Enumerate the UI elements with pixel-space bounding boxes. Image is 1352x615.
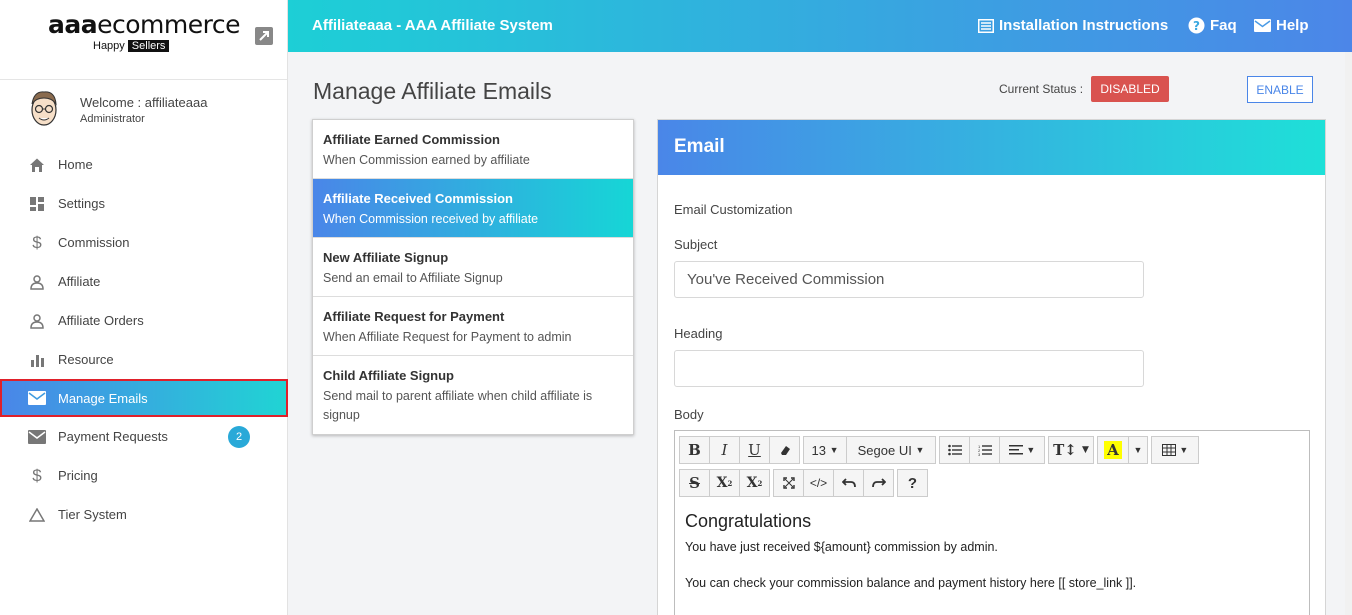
sidebar-item-label: Home — [58, 157, 93, 172]
enable-button[interactable]: ENABLE — [1247, 76, 1313, 103]
highlight-color-icon[interactable]: A — [1097, 436, 1129, 464]
italic-icon[interactable]: I — [709, 436, 740, 464]
count-badge: 2 — [228, 426, 250, 448]
sidebar-item-settings[interactable]: Settings — [0, 184, 288, 223]
sidebar-item-label: Payment Requests — [58, 429, 168, 444]
sidebar: aaaecommerce Happy Sellers Welcome : affi… — [0, 0, 288, 615]
heading-label: Heading — [674, 326, 723, 341]
editor-content[interactable]: Congratulations You have just received $… — [685, 511, 1299, 612]
mail-icon — [28, 428, 46, 446]
email-panel: Email Email Customization Subject You've… — [657, 119, 1326, 615]
email-template-item[interactable]: Affiliate Earned Commission When Commiss… — [313, 120, 633, 179]
status-badge: DISABLED — [1091, 76, 1169, 102]
brand-logo[interactable]: aaaecommerce — [48, 10, 240, 40]
code-view-icon[interactable]: </> — [803, 469, 834, 497]
sidebar-item-commission[interactable]: $ Commission — [0, 223, 288, 262]
sidebar-item-affiliate-orders[interactable]: Affiliate Orders — [0, 301, 288, 340]
welcome-text: Welcome : affiliateaaa — [80, 95, 208, 110]
sidebar-item-label: Pricing — [58, 468, 98, 483]
dollar-icon: $ — [32, 465, 42, 485]
installation-instructions-link[interactable]: Installation Instructions — [978, 17, 1168, 34]
page-scrollbar[interactable] — [1345, 52, 1352, 615]
text-height-icon[interactable]: T↕ ▼ — [1048, 436, 1094, 464]
subject-input[interactable]: You've Received Commission — [674, 261, 1144, 298]
brand-header: aaaecommerce Happy Sellers — [0, 0, 287, 80]
underline-icon[interactable]: U — [739, 436, 770, 464]
rich-text-editor: B I U 13 ▼ Segoe UI ▼ 123 ▼ T↕ ▼ A ▼ ▼ S… — [674, 430, 1310, 615]
color-dropdown-icon[interactable]: ▼ — [1128, 436, 1148, 464]
home-icon — [28, 156, 46, 174]
sidebar-item-tier-system[interactable]: Tier System — [0, 495, 288, 534]
sidebar-item-label: Settings — [58, 196, 105, 211]
dashboard-icon — [28, 195, 46, 213]
mail-icon — [28, 389, 46, 407]
top-bar: Affiliateaaa - AAA Affiliate System Inst… — [288, 0, 1352, 52]
sidebar-nav: Home Settings $ Commission Affiliate Aff… — [0, 145, 288, 534]
email-template-item[interactable]: New Affiliate Signup Send an email to Af… — [313, 238, 633, 297]
sidebar-item-home[interactable]: Home — [0, 145, 288, 184]
sidebar-item-pricing[interactable]: $ Pricing — [0, 456, 288, 495]
editor-toolbar-row: S X2 X2 </> ? — [679, 469, 931, 497]
svg-text:3: 3 — [978, 452, 981, 456]
faq-link[interactable]: ? Faq — [1188, 17, 1237, 34]
fullscreen-icon[interactable] — [773, 469, 804, 497]
sidebar-item-payment-requests[interactable]: Payment Requests 2 — [0, 417, 288, 456]
user-role: Administrator — [80, 113, 145, 125]
page-title: Manage Affiliate Emails — [313, 78, 552, 104]
strikethrough-icon[interactable]: S — [679, 469, 710, 497]
eraser-icon[interactable] — [769, 436, 800, 464]
help-icon[interactable]: ? — [897, 469, 928, 497]
sidebar-item-label: Tier System — [58, 507, 127, 522]
table-icon[interactable]: ▼ — [1151, 436, 1199, 464]
bullet-list-icon[interactable] — [939, 436, 970, 464]
undo-icon[interactable] — [833, 469, 864, 497]
help-link[interactable]: Help — [1254, 17, 1309, 34]
heading-input[interactable] — [674, 350, 1144, 387]
user-icon — [28, 273, 46, 291]
user-panel: Welcome : affiliateaaa Administrator — [0, 82, 288, 142]
sidebar-item-resource[interactable]: Resource — [0, 340, 288, 379]
panel-title: Email — [658, 120, 1325, 175]
email-template-list: Affiliate Earned Commission When Commiss… — [312, 119, 634, 435]
content-paragraph: You can check your commission balance an… — [685, 576, 1137, 590]
numbered-list-icon[interactable]: 123 — [969, 436, 1000, 464]
subject-label: Subject — [674, 237, 718, 252]
bar-chart-icon — [28, 351, 46, 369]
question-icon: ? — [1188, 17, 1205, 34]
sidebar-item-label: Affiliate — [58, 274, 101, 289]
app-title: Affiliateaaa - AAA Affiliate System — [312, 17, 553, 34]
mail-icon — [1254, 19, 1271, 32]
email-template-item-selected[interactable]: Affiliate Received Commission When Commi… — [313, 179, 633, 238]
body-label: Body — [674, 407, 704, 422]
font-size-select[interactable]: 13 ▼ — [803, 436, 847, 464]
email-template-item[interactable]: Child Affiliate Signup Send mail to pare… — [313, 356, 633, 434]
bold-icon[interactable]: B — [679, 436, 710, 464]
sidebar-item-label: Manage Emails — [58, 390, 148, 406]
dollar-icon: $ — [32, 232, 42, 252]
brand-tagline: Happy Sellers — [93, 40, 170, 52]
triangle-icon — [28, 506, 46, 524]
user-icon — [28, 312, 46, 330]
content-paragraph: You have just received ${amount} commiss… — [685, 540, 998, 554]
content-heading: Congratulations — [685, 511, 812, 531]
sidebar-item-label: Commission — [58, 235, 130, 250]
email-template-item[interactable]: Affiliate Request for Payment When Affil… — [313, 297, 633, 356]
section-label: Email Customization — [674, 202, 793, 217]
list-icon — [978, 18, 994, 33]
status-label: Current Status : — [999, 82, 1084, 96]
sidebar-item-label: Resource — [58, 352, 114, 367]
subscript-icon[interactable]: X2 — [739, 469, 770, 497]
expand-icon[interactable] — [255, 27, 273, 45]
avatar — [26, 88, 62, 132]
redo-icon[interactable] — [863, 469, 894, 497]
sidebar-item-manage-emails[interactable]: Manage Emails — [0, 379, 288, 417]
superscript-icon[interactable]: X2 — [709, 469, 740, 497]
editor-toolbar-row: B I U 13 ▼ Segoe UI ▼ 123 ▼ T↕ ▼ A ▼ ▼ — [679, 436, 1202, 464]
sidebar-item-affiliate[interactable]: Affiliate — [0, 262, 288, 301]
align-icon[interactable]: ▼ — [999, 436, 1045, 464]
font-family-select[interactable]: Segoe UI ▼ — [846, 436, 936, 464]
svg-text:?: ? — [1193, 19, 1200, 33]
sidebar-item-label: Affiliate Orders — [58, 313, 144, 328]
